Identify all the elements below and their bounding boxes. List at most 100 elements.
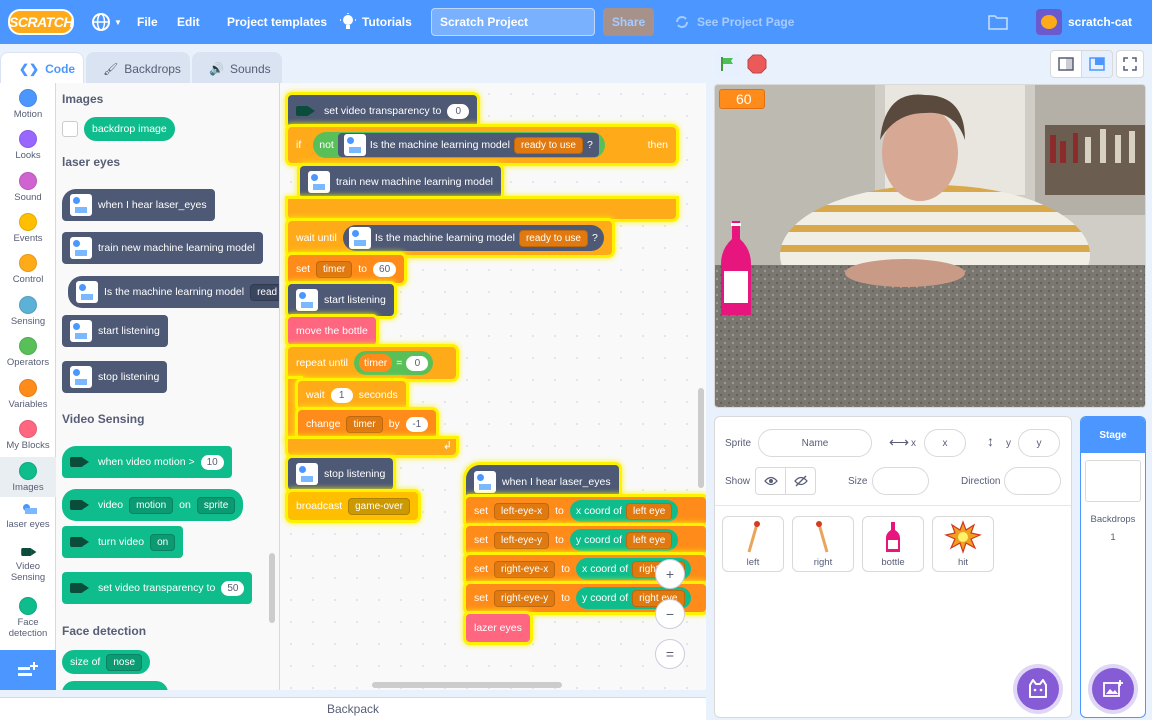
edit-menu[interactable]: Edit	[177, 0, 200, 44]
tab-backdrops[interactable]: 🖌 Backdrops	[86, 52, 190, 84]
workspace-v-scrollbar[interactable]	[698, 388, 704, 488]
wait-until-block[interactable]: wait until Is the machine learning model…	[288, 221, 612, 255]
sprite-name-input[interactable]: Name	[758, 429, 872, 457]
transparency-input[interactable]: 0	[447, 103, 470, 119]
timer-value-input[interactable]: 60	[373, 261, 397, 277]
tutorials-button[interactable]: Tutorials	[340, 0, 412, 44]
small-stage-button[interactable]	[1050, 50, 1082, 78]
model-status-dropdown[interactable]: ready to use	[513, 136, 583, 154]
face-detection-block-partial[interactable]	[62, 681, 168, 690]
category-face-detection[interactable]: Face detection	[0, 597, 56, 639]
wait-seconds-block[interactable]: wait 1 seconds	[298, 381, 406, 409]
video-attribute-dropdown[interactable]: motion	[129, 496, 174, 514]
choose-sprite-button[interactable]	[1017, 668, 1059, 710]
stage[interactable]: 60	[714, 84, 1146, 408]
category-sound[interactable]: Sound	[0, 172, 56, 203]
variable-dropdown[interactable]: right-eye-x	[494, 560, 556, 578]
script-area[interactable]: set video transparency to 0 if not Is th…	[280, 83, 706, 690]
face-part-dropdown[interactable]: left eye	[626, 531, 673, 549]
zoom-in-button[interactable]: +	[655, 559, 685, 589]
lazer-eyes-block[interactable]: lazer eyes	[466, 614, 530, 642]
direction-input[interactable]	[1004, 467, 1061, 495]
choose-backdrop-button[interactable]	[1092, 668, 1134, 710]
equals-operator[interactable]: timer = 0	[353, 351, 434, 375]
move-bottle-block[interactable]: move the bottle	[288, 317, 376, 345]
sprite-thumb-hit[interactable]: hit	[932, 516, 994, 572]
my-stuff-button[interactable]	[988, 0, 1008, 44]
show-hidden-button[interactable]	[785, 467, 816, 495]
tab-code[interactable]: ❮❯ Code	[0, 52, 84, 84]
wait-seconds-input[interactable]: 1	[330, 387, 353, 403]
variable-dropdown[interactable]: left-eye-x	[494, 502, 550, 520]
when-video-motion-block[interactable]: when video motion > 10	[62, 446, 232, 478]
is-model-ready-reporter[interactable]: Is the machine learning model ready to u…	[342, 225, 604, 251]
stop-button[interactable]	[746, 53, 768, 75]
model-status-dropdown[interactable]: ready to use	[518, 229, 588, 247]
size-of-block[interactable]: size of nose	[62, 650, 151, 674]
category-variables[interactable]: Variables	[0, 379, 56, 410]
change-amount-input[interactable]: -1	[405, 416, 428, 432]
face-part-dropdown[interactable]: left eye	[626, 502, 673, 520]
category-my-blocks[interactable]: My Blocks	[0, 420, 56, 451]
is-model-ready-block[interactable]: Is the machine learning model read	[68, 276, 279, 308]
face-part-dropdown[interactable]: nose	[106, 653, 143, 671]
category-operators[interactable]: Operators	[0, 337, 56, 368]
category-motion[interactable]: Motion	[0, 89, 56, 120]
category-sensing[interactable]: Sensing	[0, 296, 56, 327]
x-position-input[interactable]: x	[924, 429, 966, 457]
set-left-eye-x-block[interactable]: set left-eye-x to x coord of left eye	[466, 497, 706, 525]
start-listening-block[interactable]: start listening	[62, 315, 168, 347]
workspace-h-scrollbar[interactable]	[372, 682, 562, 688]
variable-dropdown[interactable]: left-eye-y	[494, 531, 550, 549]
see-project-page-button[interactable]: See Project Page	[675, 0, 794, 44]
normal-stage-button[interactable]	[1081, 50, 1113, 78]
scratch-logo[interactable]: SCRATCH	[8, 9, 74, 35]
train-model-script-block[interactable]: train new machine learning model	[300, 166, 502, 198]
sprite-thumb-bottle[interactable]: bottle	[862, 516, 924, 572]
not-operator[interactable]: not Is the machine learning model ready …	[313, 132, 605, 158]
broadcast-message-dropdown[interactable]: game-over	[348, 497, 410, 515]
size-input[interactable]	[872, 467, 929, 495]
when-hear-script-block[interactable]: when I hear laser_eyes	[466, 465, 619, 499]
category-events[interactable]: Events	[0, 213, 56, 244]
add-extension-button[interactable]	[0, 650, 56, 690]
set-timer-block[interactable]: set timer to 60	[288, 255, 405, 283]
broadcast-block[interactable]: broadcast game-over	[288, 492, 418, 520]
category-video-sensing[interactable]: Video Sensing	[0, 545, 56, 583]
backpack[interactable]: Backpack	[0, 697, 706, 720]
compare-value-input[interactable]: 0	[406, 355, 429, 371]
category-looks[interactable]: Looks	[0, 130, 56, 161]
stage-thumbnail[interactable]	[1085, 460, 1141, 502]
bottle-sprite[interactable]	[719, 219, 753, 319]
fullscreen-button[interactable]	[1116, 50, 1144, 78]
video-state-dropdown[interactable]: on	[150, 533, 176, 551]
transparency-input[interactable]: 50	[221, 580, 245, 596]
video-on-sprite-block[interactable]: video motion on sprite	[62, 489, 244, 521]
timer-variable-reporter[interactable]: timer	[358, 354, 393, 372]
y-position-input[interactable]: y	[1018, 429, 1060, 457]
x-coord-reporter[interactable]: x coord of left eye	[569, 500, 679, 522]
sprite-thumb-left[interactable]: left	[722, 516, 784, 572]
language-menu[interactable]: ▼	[91, 0, 122, 44]
stage-selector[interactable]: Stage Backdrops 1	[1080, 416, 1146, 718]
sprite-thumb-right[interactable]: right	[792, 516, 854, 572]
show-visible-button[interactable]	[755, 467, 786, 495]
category-control[interactable]: Control	[0, 254, 56, 285]
motion-threshold-input[interactable]: 10	[200, 454, 224, 470]
zoom-reset-button[interactable]: =	[655, 639, 685, 669]
change-timer-block[interactable]: change timer by -1	[298, 410, 436, 438]
file-menu[interactable]: File	[137, 0, 158, 44]
category-images[interactable]: Images	[0, 457, 56, 497]
when-hear-block[interactable]: when I hear laser_eyes	[62, 189, 215, 221]
set-video-transparency-block[interactable]: set video transparency to 50	[62, 572, 253, 604]
backdrop-image-block[interactable]: backdrop image	[84, 117, 175, 141]
set-left-eye-y-block[interactable]: set left-eye-y to y coord of left eye	[466, 526, 706, 554]
variable-dropdown[interactable]: timer	[316, 260, 353, 278]
start-listening-script-block[interactable]: start listening	[288, 284, 394, 316]
is-model-ready-reporter[interactable]: Is the machine learning model ready to u…	[337, 133, 599, 157]
turn-video-block[interactable]: turn video on	[62, 526, 184, 558]
if-block[interactable]: if not Is the machine learning model rea…	[288, 127, 676, 163]
category-laser-eyes[interactable]: laser eyes	[0, 501, 56, 530]
model-status-dropdown[interactable]: read	[250, 283, 279, 301]
zoom-out-button[interactable]: −	[655, 599, 685, 629]
